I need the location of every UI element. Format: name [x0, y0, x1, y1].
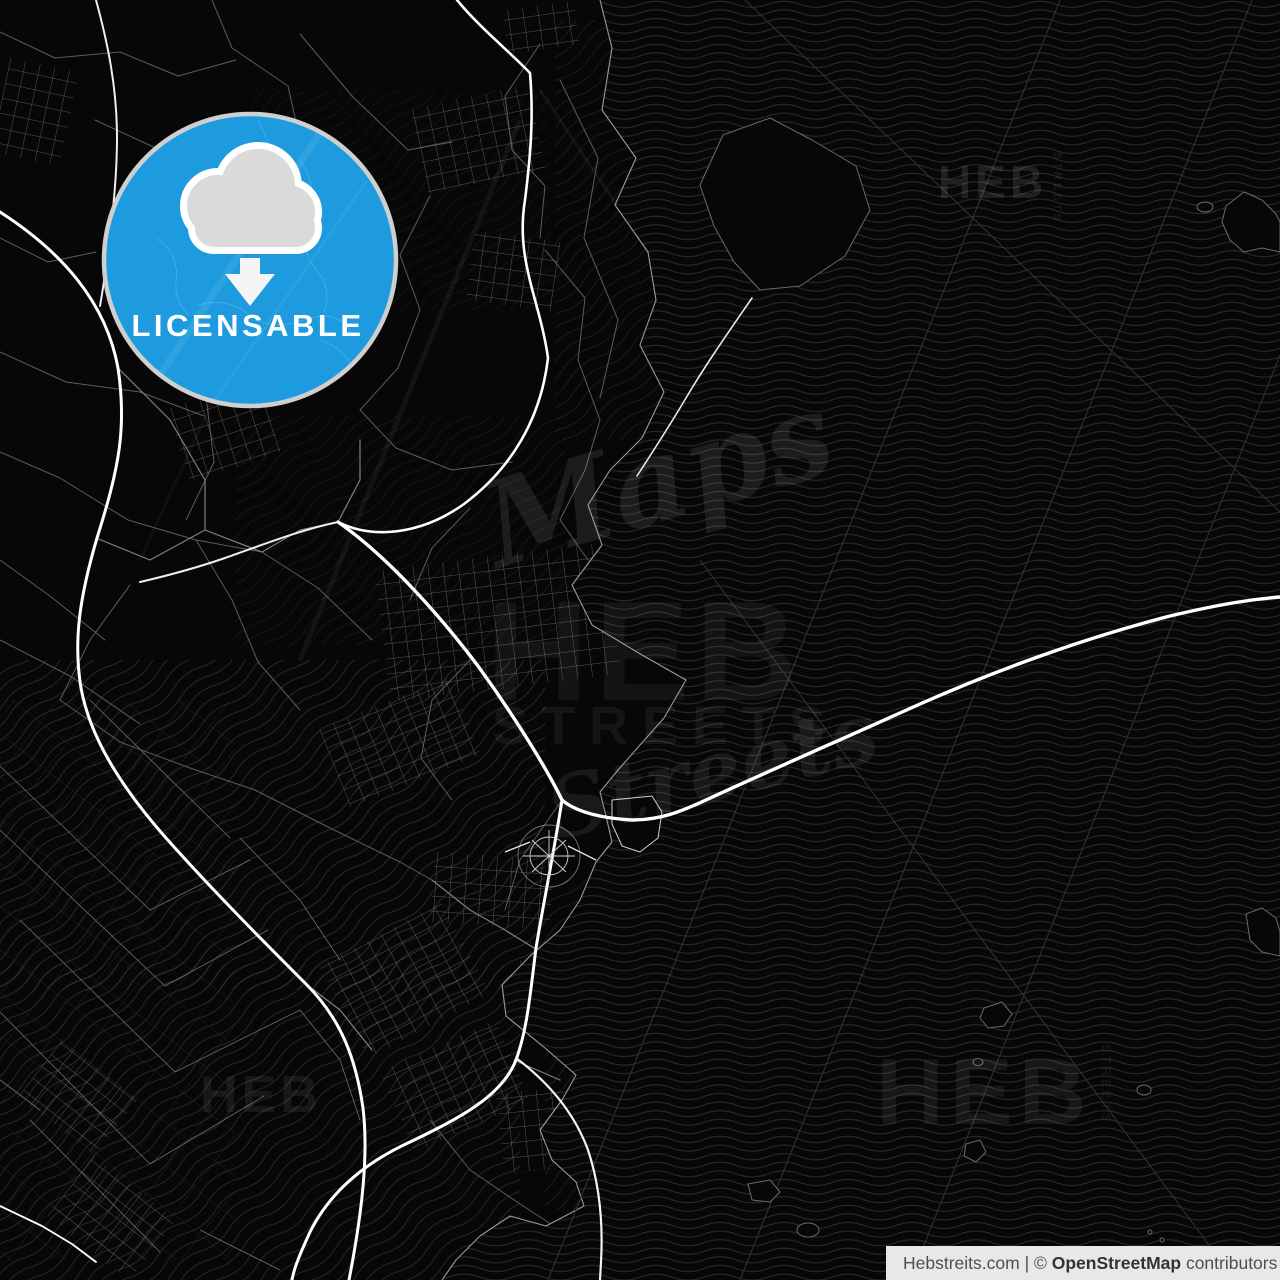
watermark-heb-top-right: HEB: [938, 156, 1047, 208]
badge-label: LICENSABLE: [131, 308, 364, 343]
watermark-heb-bottom-right: HEB: [876, 1039, 1092, 1144]
watermark-streets-bottom-right-vertical: STREETS: [1099, 1044, 1114, 1125]
watermark-heb-bottom-left: HEB: [200, 1066, 322, 1124]
attribution-provider: OpenStreetMap: [1051, 1252, 1182, 1273]
attribution-copyright: ©: [1033, 1252, 1052, 1273]
map-canvas: HEB STREETS Maps HEB STREETS Streets HEB…: [0, 0, 1280, 1280]
watermark-streets-top-right-vertical: STREETS: [1051, 152, 1063, 224]
attribution-site: Hebstreits.com: [903, 1252, 1020, 1273]
licensable-badge: LICENSABLE: [101, 111, 399, 409]
attribution-divider: |: [1019, 1252, 1034, 1273]
attribution-bar: Hebstreits.com | © OpenStreetMap contrib…: [886, 1246, 1280, 1280]
map-poster-image: HEB STREETS Maps HEB STREETS Streets HEB…: [0, 0, 1280, 1280]
watermark-bottom-right: HEB STREETS: [876, 1039, 1114, 1144]
attribution-suffix: contributors: [1181, 1252, 1278, 1273]
